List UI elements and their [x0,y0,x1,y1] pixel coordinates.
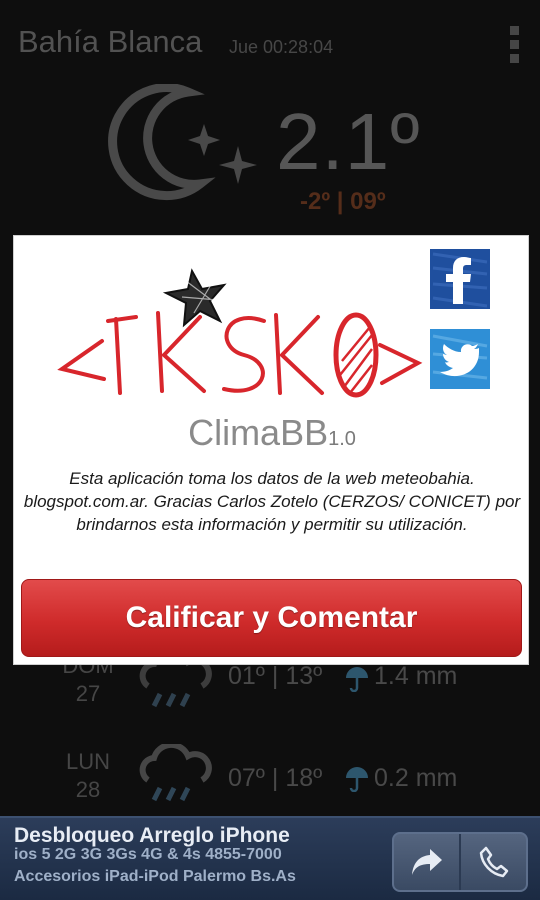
app-name: ClimaBB1.0 [14,412,530,454]
ad-banner[interactable]: Desbloqueo Arreglo iPhone ios 5 2G 3G 3G… [0,816,540,900]
twitter-icon[interactable] [429,328,491,390]
ad-title: Desbloqueo Arreglo iPhone [14,824,290,847]
app-description: Esta aplicación toma los datos de la web… [23,469,521,534]
ad-actions [392,832,528,892]
iksko-logo [57,268,423,398]
facebook-icon[interactable] [429,248,491,310]
rate-and-comment-button[interactable]: Calificar y Comentar [21,579,522,657]
ad-line: Accesorios iPad-iPod Palermo Bs.As [14,868,296,885]
share-arrow-icon[interactable] [394,834,459,890]
about-dialog: ClimaBB1.0 Esta aplicación toma los dato… [13,235,529,665]
ad-line: ios 5 2G 3G 3Gs 4G & 4s 4855-7000 [14,846,282,863]
phone-icon[interactable] [459,834,526,890]
app-version: 1.0 [328,428,356,450]
app-title: ClimaBB [188,412,329,453]
